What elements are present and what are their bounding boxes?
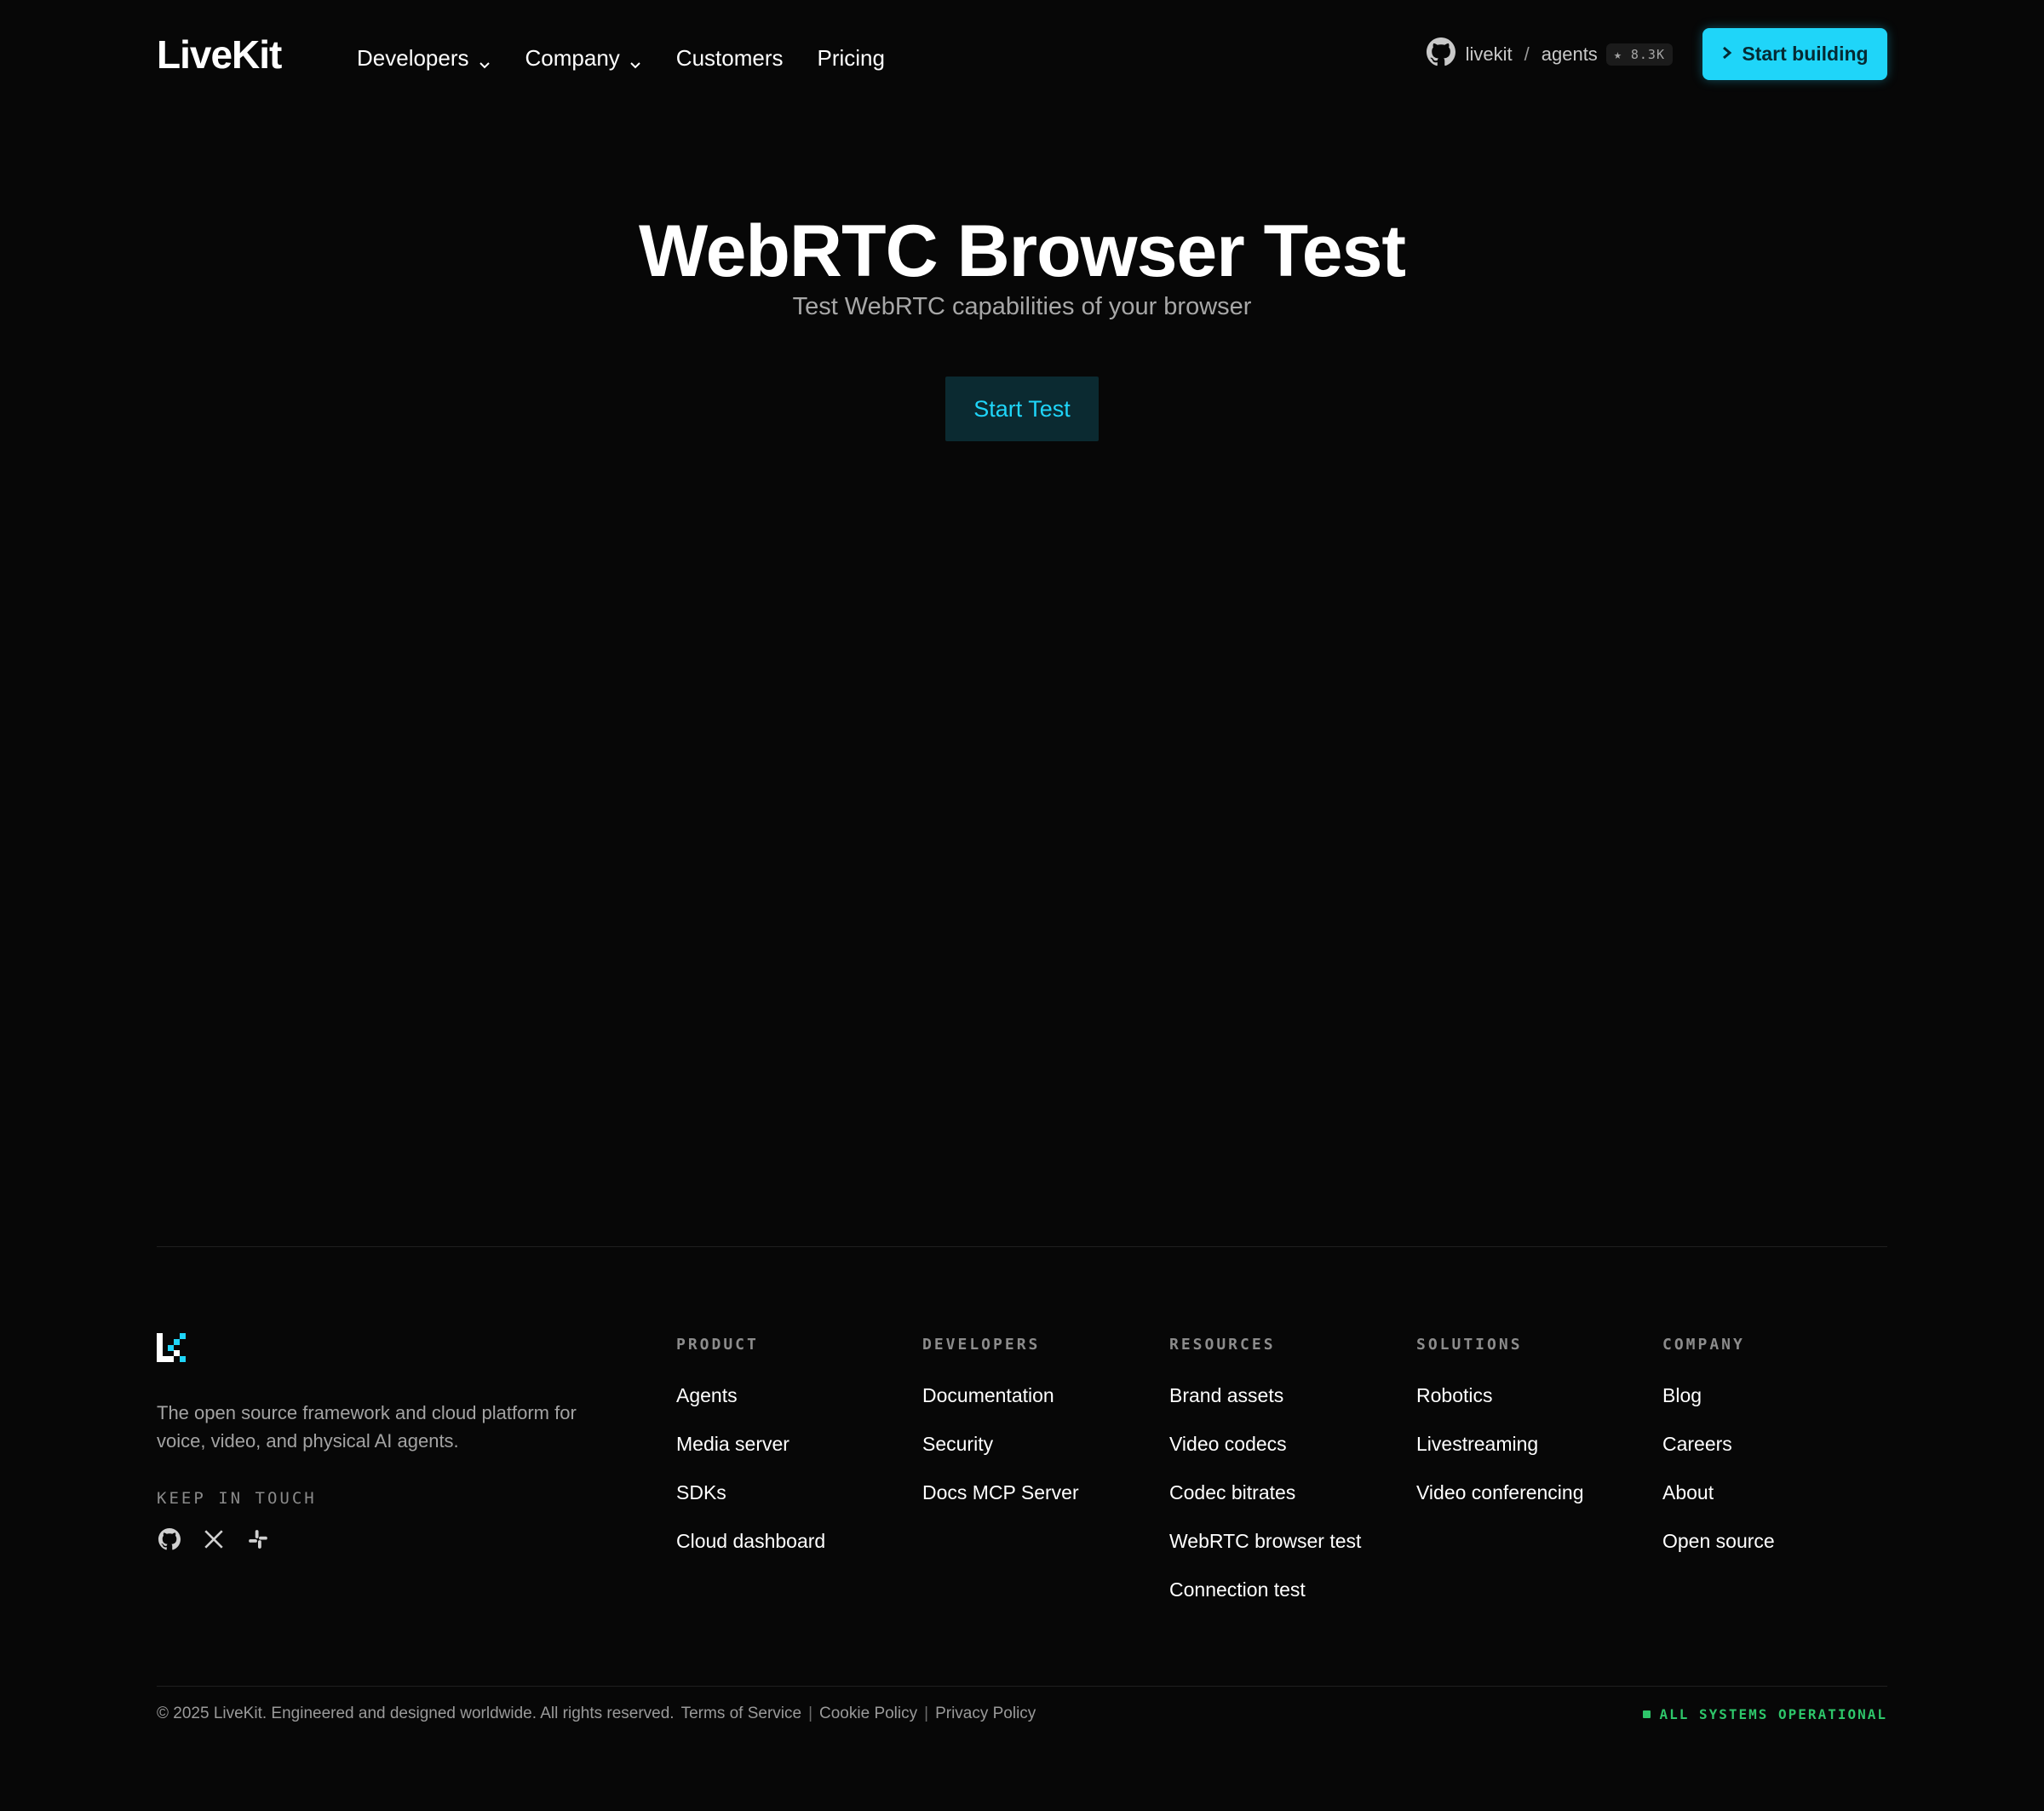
footer-column-heading: SOLUTIONS [1416, 1336, 1523, 1354]
nav-company[interactable]: Company [525, 41, 642, 75]
legal-separator: | [924, 1705, 929, 1722]
footer-column-heading: PRODUCT [676, 1336, 759, 1354]
nav-label: Developers [357, 44, 469, 71]
footer-link[interactable]: Video codecs [1169, 1420, 1361, 1469]
footer-column-heading: COMPANY [1662, 1336, 1745, 1354]
chevron-down-icon [629, 51, 642, 69]
footer-link[interactable]: Open source [1662, 1517, 1775, 1566]
footer-link[interactable]: Agents [676, 1371, 825, 1420]
nav-customers[interactable]: Customers [676, 41, 784, 75]
footer-link[interactable]: Careers [1662, 1420, 1775, 1469]
privacy-policy-link[interactable]: Privacy Policy [935, 1705, 1036, 1723]
footer-link[interactable]: About [1662, 1469, 1775, 1517]
logo-text: LiveKit [157, 32, 282, 77]
github-repo-link[interactable]: livekit / agents ★ 8.3K [1426, 37, 1673, 72]
x-icon[interactable] [201, 1526, 227, 1552]
chevron-right-icon [1721, 43, 1733, 66]
page-subtitle: Test WebRTC capabilities of your browser [792, 293, 1252, 320]
cta-label: Start building [1742, 43, 1869, 65]
livekit-logo[interactable]: LiveKit [157, 32, 282, 77]
slack-icon[interactable] [245, 1526, 271, 1552]
footer-link[interactable]: SDKs [676, 1469, 825, 1517]
footer-link[interactable]: WebRTC browser test [1169, 1517, 1361, 1566]
nav-pricing[interactable]: Pricing [818, 41, 885, 75]
nav-label: Pricing [817, 44, 885, 71]
footer-column-product: PRODUCT Agents Media server SDKs Cloud d… [676, 1334, 825, 1566]
nav-label: Customers [675, 44, 784, 71]
footer-link[interactable]: Robotics [1416, 1371, 1584, 1420]
footer-link[interactable]: Connection test [1169, 1566, 1361, 1614]
keep-in-touch-label: KEEP IN TOUCH [157, 1489, 317, 1508]
page-title: WebRTC Browser Test [638, 210, 1406, 292]
cookie-policy-link[interactable]: Cookie Policy [819, 1705, 917, 1723]
footer-column-solutions: SOLUTIONS Robotics Livestreaming Video c… [1416, 1334, 1584, 1517]
footer-column-heading: RESOURCES [1169, 1336, 1276, 1354]
start-building-button[interactable]: Start building [1702, 28, 1887, 80]
github-icon[interactable] [157, 1526, 182, 1552]
footer-column-company: COMPANY Blog Careers About Open source [1662, 1334, 1775, 1566]
footer-link[interactable]: Blog [1662, 1371, 1775, 1420]
footer-column-developers: DEVELOPERS Documentation Security Docs M… [922, 1334, 1079, 1517]
footer-legal: © 2025 LiveKit. Engineered and designed … [157, 1705, 1036, 1723]
github-icon [1426, 37, 1466, 72]
main-nav: Developers Company Customers Pricing [357, 41, 919, 75]
footer-link[interactable]: Brand assets [1169, 1371, 1361, 1420]
footer-link[interactable]: Security [922, 1420, 1079, 1469]
footer-link[interactable]: Cloud dashboard [676, 1517, 825, 1566]
footer-bottom-divider [157, 1686, 1887, 1687]
system-status-link[interactable]: ALL SYSTEMS OPERATIONAL [1643, 1706, 1887, 1722]
chevron-down-icon [478, 51, 491, 69]
terms-of-service-link[interactable]: Terms of Service [681, 1705, 801, 1723]
footer-link[interactable]: Media server [676, 1420, 825, 1469]
footer-description: The open source framework and cloud plat… [157, 1402, 577, 1452]
site-header: LiveKit Developers Company Customers Pri… [157, 0, 1887, 114]
start-test-button[interactable]: Start Test [945, 377, 1099, 441]
footer-link[interactable]: Docs MCP Server [922, 1469, 1079, 1517]
footer-link[interactable]: Livestreaming [1416, 1420, 1584, 1469]
nav-label: Company [525, 44, 620, 71]
footer-column-resources: RESOURCES Brand assets Video codecs Code… [1169, 1334, 1361, 1614]
star-count-badge: ★ 8.3K [1605, 43, 1673, 66]
footer-link[interactable]: Documentation [922, 1371, 1079, 1420]
nav-developers[interactable]: Developers [357, 41, 491, 75]
footer-column-heading: DEVELOPERS [922, 1336, 1041, 1354]
status-text: ALL SYSTEMS OPERATIONAL [1659, 1706, 1887, 1722]
github-repo: agents [1541, 43, 1598, 65]
footer-link[interactable]: Codec bitrates [1169, 1469, 1361, 1517]
social-links [157, 1526, 271, 1552]
footer-divider [157, 1246, 1887, 1247]
livekit-mark-logo[interactable] [157, 1333, 186, 1366]
status-dot-icon [1643, 1710, 1651, 1718]
footer-link[interactable]: Video conferencing [1416, 1469, 1584, 1517]
copyright-text: © 2025 LiveKit. Engineered and designed … [157, 1705, 675, 1722]
github-separator: / [1524, 43, 1530, 65]
legal-separator: | [808, 1705, 813, 1722]
github-owner: livekit [1465, 43, 1513, 65]
